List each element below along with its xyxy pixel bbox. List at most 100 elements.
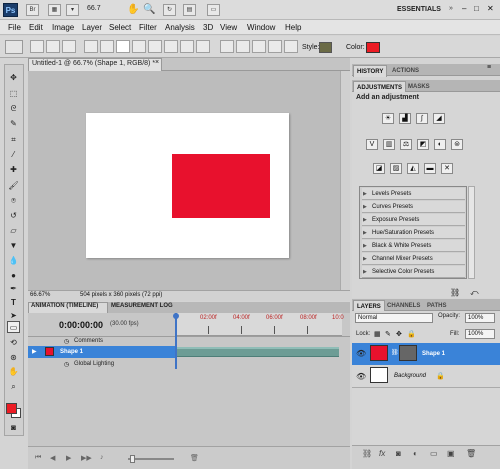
zoom-icon[interactable]: ⌕: [7, 381, 20, 393]
dodge-tool-icon[interactable]: ●: [7, 270, 20, 282]
posterize-icon[interactable]: ▨: [390, 163, 402, 174]
eraser-icon[interactable]: ▱: [7, 225, 20, 237]
menu-analysis[interactable]: Analysis: [165, 23, 195, 32]
tab-measurement-log[interactable]: MEASUREMENT LOG: [111, 303, 173, 309]
timeline-row-comments[interactable]: Comments: [74, 338, 103, 344]
zoom-level[interactable]: 66.7: [87, 5, 101, 12]
paths-icon[interactable]: [46, 40, 60, 53]
custom-shape-icon[interactable]: [196, 40, 210, 53]
return-to-list-icon[interactable]: ⤺: [470, 288, 479, 298]
menu-view[interactable]: View: [220, 23, 237, 32]
blur-tool-icon[interactable]: 💧: [7, 255, 20, 267]
clone-stamp-icon[interactable]: ⍟: [7, 195, 20, 207]
vector-mask-thumbnail[interactable]: [399, 345, 417, 361]
photo-filter-icon[interactable]: ◐: [434, 139, 446, 150]
preset-exposure[interactable]: Exposure Presets: [362, 214, 465, 226]
lasso-tool-icon[interactable]: ᘓ: [7, 103, 20, 115]
hue-saturation-icon[interactable]: ▥: [383, 139, 395, 150]
new-layer-icon[interactable]: ▣: [447, 449, 455, 458]
new-group-icon[interactable]: ▭: [430, 449, 438, 458]
workspace-menu-icon[interactable]: »: [449, 5, 453, 12]
levels-icon[interactable]: ▟: [399, 113, 411, 124]
fill-pixels-icon[interactable]: [62, 40, 76, 53]
menu-file[interactable]: File: [8, 23, 21, 32]
preset-curves[interactable]: Curves Presets: [362, 201, 465, 213]
expand-arrow-icon[interactable]: ▶: [32, 348, 37, 355]
hand-tool-icon[interactable]: ✋: [127, 4, 139, 15]
visibility-eye-icon[interactable]: 👁: [356, 372, 366, 381]
pen-icon[interactable]: [84, 40, 98, 53]
new-adjustment-icon[interactable]: ◐: [413, 449, 418, 458]
eyedropper-icon[interactable]: ⁄: [7, 149, 20, 161]
zoom-dropdown-icon[interactable]: ▾: [66, 4, 79, 16]
preset-selective-color[interactable]: Selective Color Presets: [362, 266, 465, 278]
add-to-shape-icon[interactable]: [236, 40, 250, 53]
preset-channel-mixer[interactable]: Channel Mixer Presets: [362, 253, 465, 265]
menu-filter[interactable]: Filter: [139, 23, 157, 32]
background-thumbnail[interactable]: [370, 367, 388, 383]
exposure-icon[interactable]: ◢: [433, 113, 445, 124]
playhead-handle[interactable]: [173, 313, 179, 319]
menu-image[interactable]: Image: [52, 23, 74, 32]
brightness-contrast-icon[interactable]: ☀: [382, 113, 394, 124]
blend-mode-select[interactable]: Normal: [355, 313, 433, 323]
audio-icon[interactable]: ♪: [100, 454, 104, 461]
style-swatch[interactable]: [319, 42, 332, 53]
zoom-tool-icon[interactable]: 🔍: [143, 4, 155, 15]
gradient-map-icon[interactable]: ▬: [424, 163, 436, 174]
lock-transparent-icon[interactable]: ▦: [374, 330, 381, 338]
menu-layer[interactable]: Layer: [82, 23, 102, 32]
timeline-trash-icon[interactable]: 🗑: [190, 454, 199, 462]
menu-select[interactable]: Select: [109, 23, 131, 32]
curves-icon[interactable]: ∫: [416, 113, 428, 124]
rectangle-shape-icon[interactable]: [116, 40, 130, 53]
quick-selection-icon[interactable]: ✎: [7, 118, 20, 130]
line-icon[interactable]: [180, 40, 194, 53]
menu-3d[interactable]: 3D: [203, 23, 213, 32]
rectangle-tool-icon[interactable]: ▭: [7, 321, 20, 333]
rounded-rectangle-icon[interactable]: [132, 40, 146, 53]
screen-mode-icon[interactable]: ▭: [207, 4, 220, 16]
3d-rotate-icon[interactable]: ⟲: [7, 337, 20, 349]
tab-animation-timeline[interactable]: ANIMATION (TIMELINE): [31, 303, 98, 309]
vertical-scrollbar[interactable]: [340, 71, 350, 290]
menu-edit[interactable]: Edit: [29, 23, 43, 32]
black-white-icon[interactable]: ◩: [417, 139, 429, 150]
preset-hue-saturation[interactable]: Hue/Saturation Presets: [362, 227, 465, 239]
timecode[interactable]: 0:00:00:00: [59, 320, 103, 330]
move-tool-icon[interactable]: ✥: [7, 72, 20, 84]
timeline-row-global-lighting[interactable]: Global Lighting: [74, 361, 114, 367]
shape-layers-icon[interactable]: [30, 40, 44, 53]
color-swatch[interactable]: [366, 42, 380, 53]
minimize-icon[interactable]: –: [462, 4, 466, 13]
chain-icon[interactable]: ⛓: [391, 349, 399, 356]
bridge-icon[interactable]: Br: [26, 4, 39, 16]
threshold-icon[interactable]: ◭: [407, 163, 419, 174]
add-mask-icon[interactable]: ◙: [396, 449, 401, 458]
maximize-icon[interactable]: □: [474, 4, 479, 13]
clip-layer-icon[interactable]: ⛓: [450, 288, 460, 297]
tab-history[interactable]: HISTORY: [353, 65, 388, 77]
document-close-icon[interactable]: ×: [155, 59, 159, 66]
view-extras-icon[interactable]: ▦: [48, 4, 61, 16]
channel-mixer-icon[interactable]: ⊜: [451, 139, 463, 150]
pen-tool-icon[interactable]: ✒: [7, 283, 20, 295]
panel-menu-icon[interactable]: ≡: [487, 64, 491, 71]
new-shape-layer-icon[interactable]: [220, 40, 234, 53]
playhead[interactable]: [175, 313, 177, 369]
lock-position-icon[interactable]: ✥: [396, 330, 402, 338]
marquee-tool-icon[interactable]: ⬚: [7, 88, 20, 100]
crop-tool-icon[interactable]: ⌗: [7, 134, 20, 146]
layer-style-icon[interactable]: fx: [379, 449, 385, 458]
quick-mask-icon[interactable]: ◙: [7, 422, 20, 434]
rotate-view-icon[interactable]: ↻: [163, 4, 176, 16]
brush-tool-icon[interactable]: 🖌: [7, 180, 20, 192]
intersect-shape-icon[interactable]: [268, 40, 282, 53]
preset-black-white[interactable]: Black & White Presets: [362, 240, 465, 252]
lock-image-icon[interactable]: ✎: [385, 330, 391, 338]
zoom-slider-handle[interactable]: [130, 455, 135, 463]
visibility-eye-icon[interactable]: 👁: [356, 349, 366, 358]
delete-layer-icon[interactable]: 🗑: [466, 449, 476, 458]
lock-all-icon[interactable]: 🔒: [407, 330, 416, 338]
workspace-switcher[interactable]: ESSENTIALS: [397, 6, 441, 13]
